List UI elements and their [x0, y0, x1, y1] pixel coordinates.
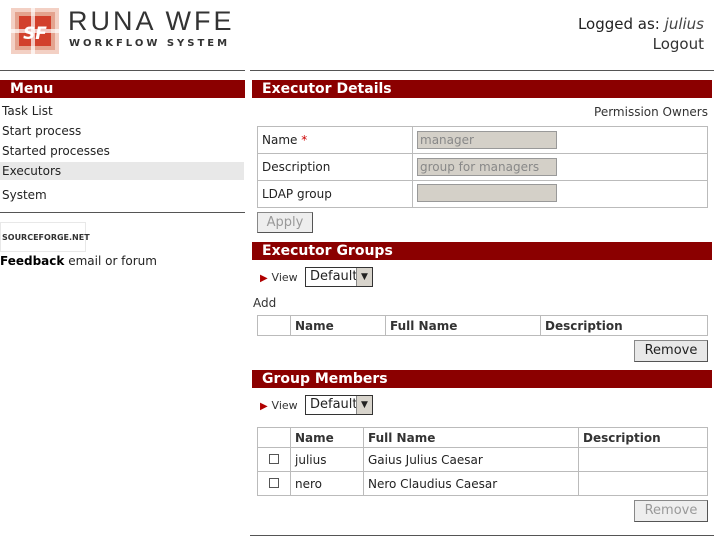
apply-button[interactable]: Apply [257, 212, 313, 233]
expand-triangle-icon: ▶ [260, 273, 268, 284]
name-value-cell: manager [412, 126, 708, 154]
chevron-down-icon: ▼ [356, 268, 372, 286]
description-value-cell: group for managers [412, 153, 708, 181]
members-view-label: View [271, 399, 298, 412]
menu-item-started-processes[interactable]: Started processes [2, 144, 110, 158]
member-name[interactable]: nero [290, 471, 364, 496]
members-view-toggle[interactable]: ▶ View [260, 398, 298, 412]
menu-divider [0, 212, 245, 213]
ldap-group-field[interactable] [417, 183, 557, 202]
groups-col-description[interactable]: Description [540, 315, 708, 336]
menu-item-task-list[interactable]: Task List [2, 104, 53, 118]
executor-details-title: Executor Details [252, 80, 712, 98]
remove-members-button[interactable]: Remove [634, 500, 708, 522]
member-description [578, 471, 708, 496]
logout-link[interactable]: Logout [653, 35, 704, 53]
app-logo: SF [11, 8, 59, 54]
members-table-header: Name Full Name Description [257, 427, 708, 448]
members-view-select[interactable]: Default ▼ [305, 395, 373, 415]
row-checkbox-cell [257, 447, 291, 472]
executor-details-form: Name * manager Description group for man… [257, 126, 708, 208]
groups-view-toggle[interactable]: ▶ View [260, 270, 298, 284]
group-members-table: Name Full Name Description julius Gaius … [257, 427, 708, 496]
row-checkbox[interactable] [269, 453, 279, 464]
form-row-description: Description group for managers [257, 153, 708, 181]
member-full-name: Nero Claudius Caesar [363, 471, 579, 496]
members-col-description[interactable]: Description [578, 427, 708, 448]
remove-groups-button[interactable]: Remove [634, 340, 708, 362]
name-field[interactable]: manager [417, 131, 557, 149]
row-checkbox-cell [257, 471, 291, 496]
menu-item-executors[interactable]: Executors [2, 164, 61, 178]
ldap-value-cell [412, 180, 708, 208]
group-members-title: Group Members [252, 370, 712, 388]
groups-table-header: Name Full Name Description [257, 315, 708, 336]
form-row-ldap: LDAP group [257, 180, 708, 208]
app-name: RUNA WFE [68, 6, 235, 36]
groups-col-full-name[interactable]: Full Name [385, 315, 541, 336]
menu-item-system[interactable]: System [2, 188, 47, 202]
executor-groups-table: Name Full Name Description [257, 315, 708, 336]
footer-divider [250, 535, 714, 536]
logged-username: julius [664, 15, 704, 33]
add-group-link[interactable]: Add [253, 296, 276, 310]
members-col-name[interactable]: Name [290, 427, 364, 448]
groups-view-label: View [271, 271, 298, 284]
name-label: Name [262, 133, 298, 147]
members-col-full-name[interactable]: Full Name [363, 427, 579, 448]
executor-groups-title: Executor Groups [252, 242, 712, 260]
permission-owners-link[interactable]: Permission Owners [594, 105, 708, 119]
menu-title: Menu [0, 80, 245, 98]
groups-view-value: Default [310, 269, 358, 284]
header-divider-right [250, 70, 714, 71]
table-row: julius Gaius Julius Caesar [257, 447, 708, 472]
app-subtitle: WORKFLOW SYSTEM [69, 38, 231, 49]
form-row-name: Name * manager [257, 126, 708, 154]
feedback-label: Feedback [0, 254, 65, 268]
groups-col-name[interactable]: Name [290, 315, 386, 336]
member-description [578, 447, 708, 472]
logged-as-label: Logged as: [577, 15, 660, 33]
member-name[interactable]: julius [290, 447, 364, 472]
description-label: Description [257, 153, 413, 181]
groups-view-select[interactable]: Default ▼ [305, 267, 373, 287]
logo-badge-text: SF [23, 24, 47, 44]
ldap-label: LDAP group [257, 180, 413, 208]
members-view-value: Default [310, 397, 358, 412]
feedback-links[interactable]: email or forum [68, 254, 157, 268]
member-full-name: Gaius Julius Caesar [363, 447, 579, 472]
groups-checkbox-column [257, 315, 291, 336]
sourceforge-logo[interactable]: SOURCEFORGE.NET [0, 222, 90, 252]
members-checkbox-column [257, 427, 291, 448]
table-row: nero Nero Claudius Caesar [257, 471, 708, 496]
expand-triangle-icon: ▶ [260, 401, 268, 412]
chevron-down-icon: ▼ [356, 396, 372, 414]
header-divider-left [0, 70, 245, 71]
required-mark: * [301, 133, 308, 147]
description-field[interactable]: group for managers [417, 158, 557, 176]
logged-as: Logged as: julius [578, 15, 704, 33]
feedback-line: Feedback email or forum [0, 254, 157, 268]
row-checkbox[interactable] [269, 477, 279, 488]
name-label-cell: Name * [257, 126, 413, 154]
menu-item-start-process[interactable]: Start process [2, 124, 81, 138]
